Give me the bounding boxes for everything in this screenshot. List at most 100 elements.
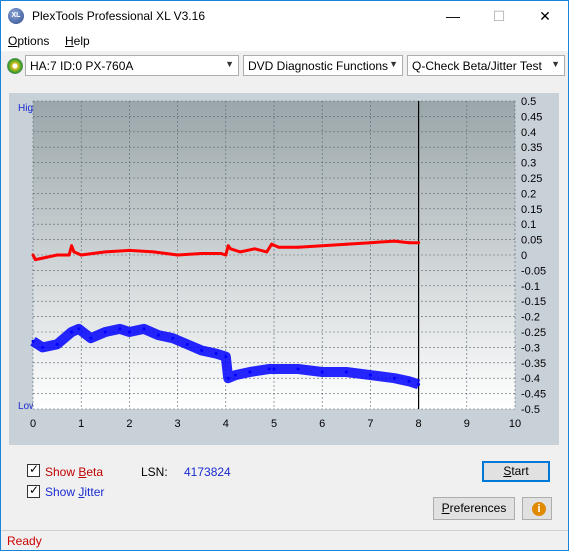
preferences-button[interactable]: Preferences (433, 497, 515, 520)
toolbar: HA:7 ID:0 PX-760A ▼ DVD Diagnostic Funct… (1, 53, 568, 79)
close-icon: ✕ (539, 8, 551, 24)
series-jitter-point (393, 376, 396, 380)
y-tick-label: -0.4 (521, 373, 540, 385)
series-beta-point (296, 245, 300, 249)
series-beta-point (55, 253, 59, 257)
series-jitter-point (344, 370, 348, 374)
preferences-mnemonic: P (441, 501, 450, 515)
series-jitter-point (55, 342, 59, 346)
y-tick-label: 0.1 (521, 219, 536, 231)
x-tick-label: 8 (416, 418, 422, 430)
y-tick-label: -0.2 (521, 312, 540, 324)
maximize-icon: ☐ (492, 8, 506, 24)
series-beta-point (200, 251, 204, 255)
x-tick-label: 0 (30, 418, 36, 430)
x-tick-label: 1 (78, 418, 84, 430)
y-tick-label: -0.1 (521, 281, 540, 293)
series-jitter-point (272, 367, 276, 371)
control-panel: Show Beta Show Jitter LSN: 4173824 Start… (9, 453, 559, 525)
series-jitter-point (156, 333, 160, 337)
series-jitter-point (248, 370, 252, 374)
show-beta-label: Show Beta (45, 465, 103, 479)
menu-options-label: ptions (17, 34, 50, 48)
menu-help[interactable]: Help (65, 34, 90, 48)
preferences-label: references (449, 501, 507, 515)
minimize-button[interactable]: — (430, 1, 476, 31)
y-tick-label: 0.15 (521, 204, 542, 216)
series-jitter-point (320, 370, 324, 374)
series-jitter-point (214, 352, 218, 356)
chevron-down-icon: ▼ (389, 59, 398, 69)
title-bar[interactable]: XL PlexTools Professional XL V3.16 — ☐ ✕ (1, 1, 568, 31)
series-jitter-point (407, 379, 411, 383)
y-tick-label: -0.25 (521, 327, 546, 339)
show-jitter-suffix: itter (84, 485, 105, 499)
show-beta-checkbox[interactable] (27, 462, 40, 477)
lsn-label: LSN: (141, 465, 168, 479)
show-jitter-checkbox[interactable] (27, 483, 40, 498)
menu-bar: Options Help (1, 31, 568, 51)
y-tick-label: 0.35 (521, 142, 542, 154)
series-beta-point (320, 244, 324, 248)
show-jitter-label: Show Jitter (45, 485, 104, 499)
series-beta-point (79, 253, 83, 257)
series-beta-point (41, 256, 45, 260)
x-tick-label: 10 (509, 418, 521, 430)
disc-drive-icon (7, 58, 23, 74)
test-select[interactable]: Q-Check Beta/Jitter Test ▼ (407, 55, 565, 76)
start-button[interactable]: Start (482, 461, 550, 482)
series-jitter-point (89, 336, 93, 340)
y-tick-label: -0.3 (521, 342, 540, 354)
series-jitter-point (224, 355, 228, 359)
function-select[interactable]: DVD Diagnostic Functions ▼ (243, 55, 403, 76)
minimize-icon: — (446, 8, 460, 24)
series-beta-point (393, 239, 396, 243)
series-beta-point (33, 258, 37, 262)
series-beta-point (152, 250, 155, 254)
series-beta-point (265, 250, 269, 254)
series-jitter-point (296, 367, 300, 371)
show-beta-suffix: eta (86, 465, 104, 479)
series-jitter-point (417, 382, 421, 386)
series-beta-point (277, 245, 281, 249)
menu-help-label: elp (73, 34, 90, 48)
series-beta-point (270, 242, 274, 246)
y-tick-label: -0.5 (521, 404, 540, 416)
series-jitter-point (103, 330, 107, 334)
series-beta-point (72, 250, 76, 254)
x-tick-label: 3 (175, 418, 181, 430)
beta-jitter-chart: 0 1 2 3 4 5 6 7 8 9 10 0.5 0.45 0.4 0.35 0.3 0.25 0.2 0.15… (30, 96, 546, 430)
series-beta-point (253, 247, 257, 251)
series-beta-point (70, 244, 74, 248)
chevron-down-icon: ▼ (551, 59, 560, 69)
drive-select[interactable]: HA:7 ID:0 PX-760A ▼ (25, 55, 239, 76)
series-jitter-point (31, 339, 35, 343)
start-label: tart (511, 464, 529, 478)
y-tick-label: -0.05 (521, 265, 546, 277)
info-button[interactable]: i (522, 497, 552, 520)
drive-select-value: HA:7 ID:0 PX-760A (30, 59, 134, 73)
show-jitter-prefix: Show (45, 485, 79, 499)
close-button[interactable]: ✕ (522, 1, 568, 31)
series-beta-point (407, 241, 411, 245)
series-jitter-point (368, 373, 372, 377)
series-jitter-point (200, 348, 204, 352)
series-jitter-point (226, 376, 230, 380)
series-jitter-point (77, 327, 81, 331)
y-tick-label: -0.45 (521, 389, 546, 401)
menu-options[interactable]: Options (8, 34, 49, 48)
series-jitter-point (233, 373, 237, 377)
menu-options-mnemonic: O (8, 34, 18, 48)
plextools-app-icon: XL (8, 8, 24, 24)
series-beta-point (224, 253, 228, 257)
series-beta-point (417, 241, 421, 245)
series-beta-point (176, 253, 180, 257)
window-title: PlexTools Professional XL V3.16 (32, 9, 205, 23)
series-jitter-point (127, 330, 131, 334)
series-beta-point (31, 253, 35, 257)
y-tick-label: 0.3 (521, 158, 536, 170)
y-tick-label: 0.05 (521, 235, 542, 247)
x-tick-label: 2 (126, 418, 132, 430)
series-beta-point (344, 242, 348, 246)
series-jitter-point (142, 327, 146, 331)
